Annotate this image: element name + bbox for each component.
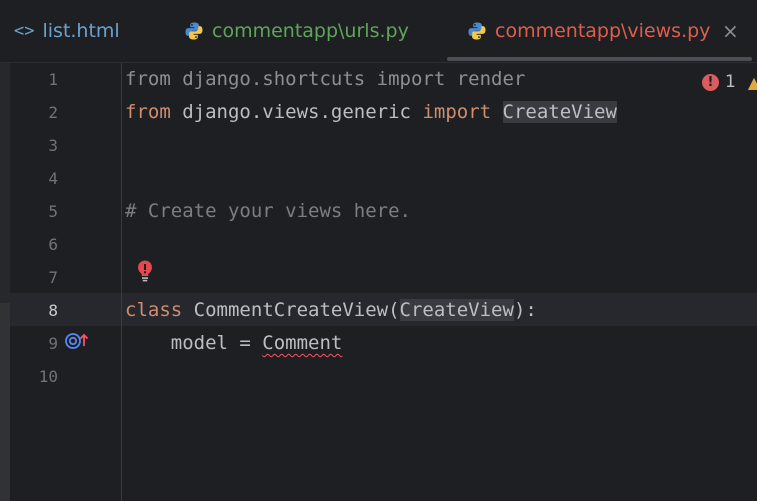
keyword-token: import	[422, 101, 492, 123]
highlighted-identifier: CreateView	[399, 299, 514, 321]
code-line[interactable]: 6	[0, 228, 757, 261]
code-token: CommentCreateView(	[182, 299, 400, 321]
code-line-current[interactable]: 8 class CommentCreateView(CreateView):	[0, 294, 757, 327]
code-line[interactable]: 2 from django.views.generic import Creat…	[0, 96, 757, 129]
line-number: 9	[48, 334, 58, 353]
inspection-widget[interactable]: ! 1 ▲	[702, 69, 757, 95]
unresolved-reference[interactable]: Comment	[262, 332, 342, 354]
close-icon[interactable]: ×	[722, 0, 739, 62]
tab-urls-py[interactable]: commentapp\urls.py	[184, 0, 409, 62]
code-line[interactable]: 3	[0, 129, 757, 162]
line-number: 10	[38, 367, 58, 386]
line-number: 4	[48, 169, 58, 188]
override-gutter-icon[interactable]	[64, 330, 90, 350]
error-icon: !	[702, 73, 719, 91]
line-code: model = Comment	[125, 327, 343, 360]
line-code: class CommentCreateView(CreateView):	[125, 294, 537, 327]
tab-label: commentapp\views.py	[495, 20, 711, 42]
tab-views-py[interactable]: commentapp\views.py	[467, 0, 710, 62]
line-code: from django.shortcuts import render	[125, 63, 525, 96]
code-token: model =	[125, 332, 263, 354]
python-icon	[467, 21, 487, 41]
line-number: 8	[48, 301, 58, 320]
code-line[interactable]: 9 model = Comment	[0, 327, 757, 360]
keyword-token: class	[125, 299, 183, 321]
tab-label: list.html	[42, 20, 120, 42]
line-number: 7	[48, 268, 58, 287]
python-icon	[184, 21, 204, 41]
line-number: 6	[48, 235, 58, 254]
line-number: 5	[48, 202, 58, 221]
code-token: ):	[513, 299, 537, 321]
lightbulb-icon[interactable]	[135, 259, 155, 283]
line-code: # Create your views here.	[125, 195, 411, 228]
code-token: from django.shortcuts import render	[125, 68, 526, 90]
line-code: from django.views.generic import CreateV…	[125, 96, 617, 129]
html-tag-icon: <>	[14, 21, 35, 41]
highlighted-identifier: CreateView	[502, 101, 617, 123]
code-line[interactable]: 5 # Create your views here.	[0, 195, 757, 228]
code-line[interactable]: 10	[0, 360, 757, 393]
keyword-token: from	[125, 101, 171, 123]
editor-tab-bar: <> list.html commentapp\urls.py commenta…	[0, 0, 757, 63]
line-number: 1	[48, 70, 58, 89]
code-line[interactable]: 1 from django.shortcuts import render	[0, 63, 757, 96]
tab-list-html[interactable]: <> list.html	[14, 0, 120, 62]
tab-label: commentapp\urls.py	[212, 20, 409, 42]
line-number: 2	[48, 103, 58, 122]
code-token: django.views.generic	[170, 101, 423, 123]
comment-token: # Create your views here.	[125, 200, 411, 222]
line-number: 3	[48, 136, 58, 155]
code-line[interactable]: 7	[0, 261, 757, 294]
code-editor[interactable]: 1 from django.shortcuts import render 2 …	[0, 63, 757, 501]
warning-icon: ▲	[747, 72, 757, 92]
code-line[interactable]: 4	[0, 162, 757, 195]
active-tab-indicator	[447, 57, 752, 61]
error-count: 1	[725, 72, 736, 92]
